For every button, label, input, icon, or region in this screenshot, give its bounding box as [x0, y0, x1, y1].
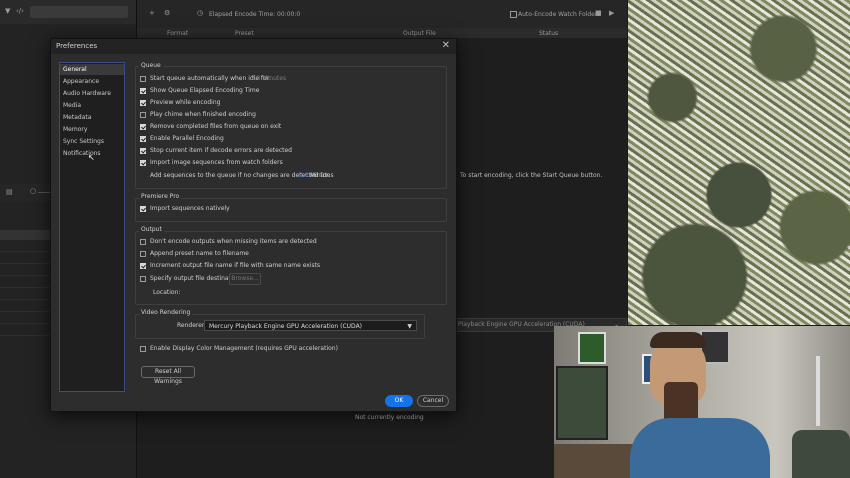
dialog-title-bar: Preferences ✕	[51, 39, 456, 54]
nav-item-media[interactable]: Media	[60, 100, 124, 111]
preferences-dialog: Preferences ✕ General Appearance Audio H…	[50, 38, 457, 412]
color-management-checkbox[interactable]	[140, 346, 146, 352]
chevron-down-icon: ▼	[407, 323, 412, 330]
left-toolbar: ▼ ‹/›	[0, 0, 136, 24]
tree-image	[628, 0, 850, 325]
nav-item-memory[interactable]: Memory	[60, 124, 124, 135]
add-sequences-value[interactable]: 2.0	[299, 172, 309, 179]
play-chime-checkbox[interactable]	[140, 112, 146, 118]
color-management-label: Enable Display Color Management (require…	[150, 345, 338, 352]
preferences-nav: General Appearance Audio Hardware Media …	[59, 62, 125, 392]
cancel-button[interactable]: Cancel	[417, 395, 449, 407]
filter-icon[interactable]: ▼	[5, 7, 10, 15]
person-shirt	[630, 418, 770, 478]
nav-item-appearance[interactable]: Appearance	[60, 76, 124, 87]
wall-frame	[578, 332, 606, 364]
plant	[792, 430, 850, 478]
preview-encoding-label: Preview while encoding	[150, 99, 221, 106]
video-rendering-label: Video Rendering	[139, 309, 193, 316]
col-preset: Preset	[235, 30, 254, 37]
show-elapsed-checkbox[interactable]	[140, 88, 146, 94]
list-view-icon[interactable]: ▤	[6, 188, 13, 196]
close-icon[interactable]: ✕	[442, 40, 450, 51]
nav-item-metadata[interactable]: Metadata	[60, 112, 124, 123]
monitor	[556, 366, 608, 440]
dont-encode-missing-checkbox[interactable]	[140, 239, 146, 245]
premiere-group-label: Premiere Pro	[139, 193, 182, 200]
queue-header: Format Preset Output File Status	[137, 28, 627, 38]
parallel-encoding-checkbox[interactable]	[140, 136, 146, 142]
nav-item-general[interactable]: General	[60, 64, 124, 75]
show-elapsed-label: Show Queue Elapsed Encoding Time	[150, 87, 260, 94]
col-output-file: Output File	[403, 30, 436, 37]
stop-on-errors-checkbox[interactable]	[140, 148, 146, 154]
specify-destination-checkbox[interactable]	[140, 276, 146, 282]
increment-filename-label: Increment output file name if file with …	[150, 262, 321, 269]
col-format: Format	[167, 30, 189, 37]
dont-encode-missing-label: Don't encode outputs when missing items …	[150, 238, 317, 245]
renderer-select[interactable]: Mercury Playback Engine GPU Acceleration…	[204, 320, 417, 331]
play-chime-label: Play chime when finished encoding	[150, 111, 256, 118]
add-icon[interactable]: +	[149, 9, 155, 17]
import-image-sequences-checkbox[interactable]	[140, 160, 146, 166]
code-icon[interactable]: ‹/›	[16, 7, 24, 15]
dialog-title: Preferences	[56, 42, 98, 50]
output-group-label: Output	[139, 226, 164, 233]
person-hair	[650, 332, 706, 348]
encoding-status: Not currently encoding	[355, 414, 424, 421]
watch-folders-label: Auto-Encode Watch Folders	[518, 11, 601, 18]
add-sequences-unit: Minutes	[310, 172, 334, 179]
reset-warnings-button[interactable]: Reset All Warnings	[141, 366, 195, 385]
start-queue-checkbox[interactable]	[140, 76, 146, 82]
location-label: Location:	[153, 289, 181, 296]
queue-toolbar: + ⚙ ◷ Elapsed Encode Time: 00:00:0 Auto-…	[137, 0, 627, 29]
preview-encoding-checkbox[interactable]	[140, 100, 146, 106]
cursor-icon: ↖	[88, 153, 95, 162]
append-preset-checkbox[interactable]	[140, 251, 146, 257]
nav-item-audio-hardware[interactable]: Audio Hardware	[60, 88, 124, 99]
append-preset-label: Append preset name to filename	[150, 250, 249, 257]
lamp	[816, 356, 820, 426]
search-input[interactable]	[30, 6, 128, 18]
remove-completed-checkbox[interactable]	[140, 124, 146, 130]
browse-button[interactable]: Browse...	[229, 273, 261, 285]
settings-icon[interactable]: ⚙	[164, 9, 170, 17]
renderer-label: Renderer:	[177, 322, 207, 329]
ok-button[interactable]: OK	[385, 395, 413, 407]
stop-on-errors-label: Stop current item if decode errors are d…	[150, 147, 292, 154]
stop-icon[interactable]: ■	[595, 9, 602, 17]
watch-folders-checkbox[interactable]	[510, 11, 517, 18]
webcam-feed	[554, 326, 850, 478]
queue-hint: To start encoding, click the Start Queue…	[460, 172, 603, 179]
import-image-sequences-label: Import image sequences from watch folder…	[150, 159, 283, 166]
start-queue-value[interactable]: 2.0 Minutes	[251, 75, 286, 82]
parallel-encoding-label: Enable Parallel Encoding	[150, 135, 224, 142]
renderer-value: Mercury Playback Engine GPU Acceleration…	[209, 323, 363, 330]
zoom-slider-icon[interactable]: ○	[30, 187, 36, 195]
clock-icon: ◷	[197, 9, 204, 17]
import-natively-checkbox[interactable]	[140, 206, 146, 212]
increment-filename-checkbox[interactable]	[140, 263, 146, 269]
play-icon[interactable]: ▶	[609, 9, 614, 17]
col-status: Status	[539, 30, 559, 37]
queue-group-label: Queue	[139, 62, 163, 69]
nav-item-sync-settings[interactable]: Sync Settings	[60, 136, 124, 147]
import-natively-label: Import sequences natively	[150, 205, 230, 212]
elapsed-time: Elapsed Encode Time: 00:00:0	[209, 11, 301, 18]
remove-completed-label: Remove completed files from queue on exi…	[150, 123, 282, 130]
